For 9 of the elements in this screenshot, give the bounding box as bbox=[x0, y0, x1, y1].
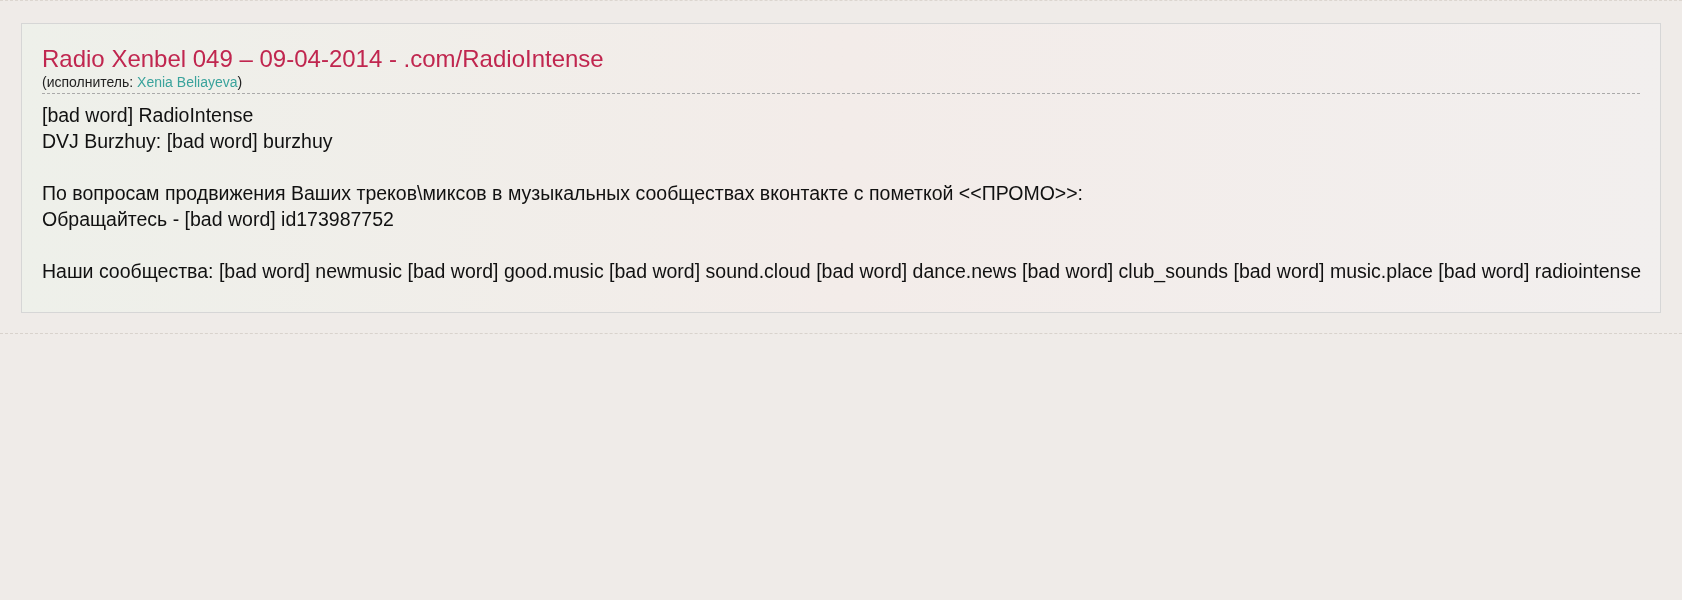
closing-paren: ) bbox=[237, 74, 243, 90]
lyrics-line: По вопросам продвижения Ваших треков\миксов в музыкальных сообществах вконтакте с пометкой <<ПРОМО>>: bbox=[42, 181, 1083, 206]
song-title: Radio Xenbel 049 – 09-04-2014 - .com/RadioIntense bbox=[42, 44, 605, 73]
performer-label: (исполнитель: bbox=[42, 74, 135, 90]
lyrics-line: DVJ Burzhuy: [bad word] burzhuy bbox=[42, 129, 333, 154]
lyrics-line: [bad word] RadioIntense bbox=[42, 103, 254, 128]
performer-link[interactable]: Xenia Beliayeva bbox=[137, 74, 238, 90]
lyrics-line: Обращайтесь - [bad word] id173987752 bbox=[42, 207, 394, 232]
lyrics-line: Наши сообщества: [bad word] newmusic [bad word] good.music [bad word] sound.cloud [bad word] dance.news [bad word] club_sounds [bad word] music.place [bad word] radiointense bbox=[42, 259, 1642, 284]
